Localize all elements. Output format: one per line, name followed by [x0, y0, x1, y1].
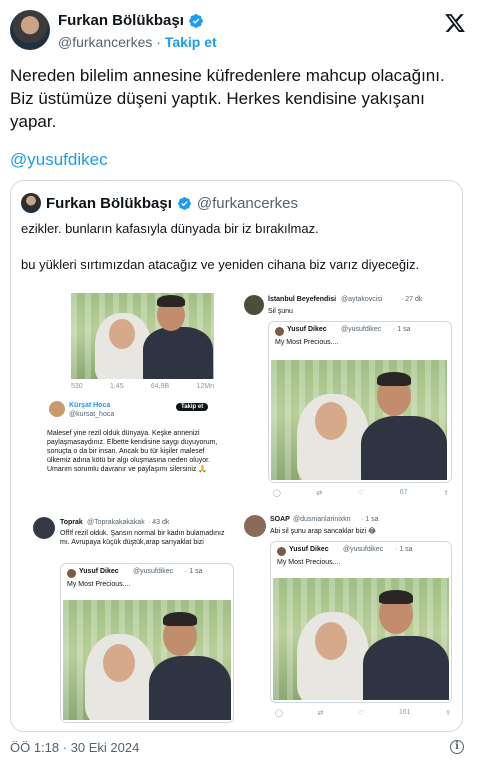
verified-badge-icon	[177, 196, 191, 210]
mention-link[interactable]: @yusufdikec	[10, 150, 108, 170]
soap-views: 161	[398, 709, 411, 716]
reply-count: 530	[71, 383, 83, 390]
toprak-name: Toprak	[60, 519, 83, 526]
istanbul-text: Sil şunu	[268, 308, 293, 315]
info-icon[interactable]: i	[450, 740, 464, 754]
screenshot-collage-image[interactable]: 530 1,45 64,9B 12Mn Kürşat Hoca @kursat_…	[11, 289, 462, 729]
quote-text-line-2: bu yükleri sırtımızdan atacağız ve yenid…	[21, 257, 420, 272]
photo-thumbnail	[63, 600, 231, 720]
inner-time: · 1 sa	[395, 546, 413, 553]
author-name[interactable]: Furkan Bölükbaşı	[58, 12, 184, 29]
author-handle[interactable]: @furkancerkes	[58, 34, 152, 50]
quote-author-handle: @furkancerkes	[196, 194, 298, 212]
inner-handle: @yusufdikec	[341, 326, 382, 333]
kursat-follow-button: Takip et	[176, 403, 209, 411]
x-logo-icon[interactable]	[444, 12, 466, 34]
soap-avatar	[244, 515, 266, 537]
istanbul-views: 67	[399, 489, 408, 496]
istanbul-quoted-card: Yusuf Dikec @yusufdikec · 1 sa My Most P…	[268, 321, 452, 483]
follow-button[interactable]: Takip et	[165, 34, 217, 50]
author-name-row: Furkan Bölükbaşı	[58, 12, 204, 29]
quote-text-line-1: ezikler. bunların kafasıyla dünyada bir …	[21, 221, 319, 236]
tweet-header: Furkan Bölükbaşı @furkancerkes · Takip e…	[10, 10, 470, 54]
inner-time: · 1 sa	[393, 326, 411, 333]
toprak-time: · 43 dk	[148, 519, 170, 526]
kursat-avatar	[49, 401, 65, 417]
soap-time: · 1 sa	[361, 516, 379, 523]
view-count: 12Mn	[196, 383, 214, 390]
retweet-count: 1,45	[109, 383, 124, 390]
inner-time: · 1 sa	[185, 568, 203, 575]
inner-text: My Most Precious....	[275, 339, 339, 346]
toprak-handle: @Toprakakakakak	[87, 519, 145, 526]
toprak-text: Off!f rezil olduk. Şansın normal bir kad…	[60, 530, 225, 546]
soap-quoted-card: Yusuf Dikec @yusufdikec · 1 sa My Most P…	[270, 541, 452, 703]
inner-name: Yusuf Dikec	[287, 326, 327, 333]
istanbul-name: İstanbul Beyefendisi	[268, 296, 337, 303]
istanbul-action-bar: ◯ ⇄ ♡ 67 ⇪	[273, 489, 449, 497]
like-count: 64,9B	[150, 383, 170, 390]
inner-name: Yusuf Dikec	[79, 568, 119, 575]
soap-action-bar: ◯ ⇄ ♡ 161 ⇪	[275, 709, 451, 717]
photo-thumbnail	[273, 578, 449, 700]
tweet-text: Nereden bilelim annesine küfredenlere ma…	[10, 66, 445, 131]
inner-text: My Most Precious....	[67, 581, 131, 588]
toprak-avatar	[33, 517, 55, 539]
quote-author-avatar[interactable]	[21, 193, 41, 213]
tweet-timestamp[interactable]: ÖÖ 1:18 · 30 Eki 2024	[10, 740, 139, 755]
inner-name: Yusuf Dikec	[289, 546, 329, 553]
author-handle-row: @furkancerkes · Takip et	[58, 34, 217, 50]
kursat-text: Malesef yine rezil olduk dünyaya. Keşke …	[47, 430, 218, 473]
photo-thumbnail	[71, 293, 214, 379]
soap-handle: @dusmanlarinixkn	[293, 516, 351, 523]
inner-text: My Most Precious....	[277, 559, 341, 566]
toprak-quoted-card: Yusuf Dikec @yusufdikec · 1 sa My Most P…	[60, 563, 234, 723]
author-avatar[interactable]	[10, 10, 50, 50]
quote-author-name: Furkan Bölükbaşı	[46, 194, 172, 212]
separator-dot: ·	[156, 34, 161, 50]
soap-text: Abi sil şunu arap sancaklar bizi 😂	[270, 528, 377, 535]
photo-action-bar: 530 1,45 64,9B 12Mn	[71, 383, 214, 390]
kursat-name: Kürşat Hoca	[69, 402, 111, 409]
kursat-handle: @kursat_hoca	[69, 411, 115, 418]
quote-tweet-card[interactable]: Furkan Bölükbaşı @furkancerkes ezikler. …	[10, 180, 463, 732]
quote-header: Furkan Bölükbaşı @furkancerkes	[21, 193, 298, 213]
istanbul-time: · 27 dk	[401, 296, 423, 303]
inner-handle: @yusufdikec	[343, 546, 384, 553]
tweet-footer: ÖÖ 1:18 · 30 Eki 2024 i	[10, 740, 470, 760]
verified-badge-icon	[189, 13, 203, 28]
inner-handle: @yusufdikec	[133, 568, 174, 575]
istanbul-handle: @aytakovcisi	[341, 296, 383, 303]
photo-thumbnail	[271, 360, 447, 480]
soap-name: SOAP	[270, 516, 290, 523]
istanbul-avatar	[244, 295, 264, 315]
